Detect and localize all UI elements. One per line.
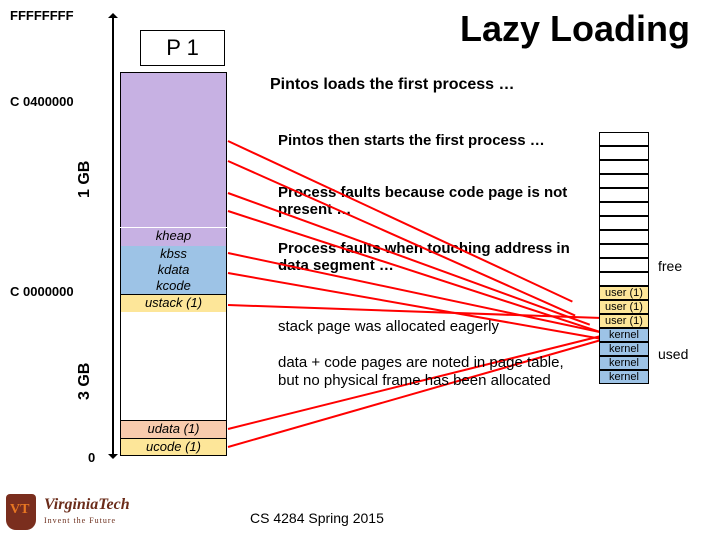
seg-ustack: ustack (1): [120, 294, 227, 312]
frame-user-2: user (1): [599, 314, 649, 328]
vt-shield-icon: [6, 494, 36, 530]
expl-1: Pintos then starts the first process …: [278, 132, 578, 149]
seg-udata: udata (1): [120, 420, 227, 438]
label-3gb: 3 GB: [76, 363, 94, 400]
frame-free-6: [599, 216, 649, 230]
addr-c0000000: C 0000000: [10, 284, 74, 299]
addr-ffffffff: FFFFFFFF: [10, 8, 74, 23]
frame-free-9: [599, 258, 649, 272]
frame-free-8: [599, 244, 649, 258]
label-1gb: 1 GB: [76, 161, 94, 198]
frame-user-0: user (1): [599, 286, 649, 300]
arrow-9: [228, 336, 613, 448]
logo-line1: VirginiaTech: [44, 496, 130, 513]
frame-free-3: [599, 174, 649, 188]
vt-logo: VirginiaTech Invent the Future: [6, 494, 166, 534]
frame-kernel-3: kernel: [599, 370, 649, 384]
seg-kcode: kcode: [120, 278, 227, 294]
frame-free-5: [599, 202, 649, 216]
label-free: free: [658, 258, 682, 274]
logo-tagline: Invent the Future: [44, 516, 116, 525]
addr-c0400000: C 0400000: [10, 94, 74, 109]
kernel-heap-region: [120, 72, 227, 227]
addr-zero: 0: [88, 450, 95, 465]
plain-1: stack page was allocated eagerly: [278, 318, 588, 336]
frame-kernel-0: kernel: [599, 328, 649, 342]
seg-kheap: kheap: [120, 228, 227, 246]
arrow-1: [228, 140, 573, 302]
frame-free-4: [599, 188, 649, 202]
frame-free-0: [599, 132, 649, 146]
frame-user-1: user (1): [599, 300, 649, 314]
frame-kernel-2: kernel: [599, 356, 649, 370]
seg-kbss: kbss: [120, 246, 227, 262]
frame-free-1: [599, 146, 649, 160]
seg-ucode: ucode (1): [120, 438, 227, 456]
frame-free-7: [599, 230, 649, 244]
frame-kernel-1: kernel: [599, 342, 649, 356]
user-gap: [120, 312, 227, 420]
footer-course: CS 4284 Spring 2015: [250, 510, 384, 526]
plain-2: data + code pages are noted in page tabl…: [278, 354, 588, 390]
label-used: used: [658, 346, 688, 362]
frame-free-10: [599, 272, 649, 286]
seg-kdata: kdata: [120, 262, 227, 278]
vaddr-axis: [112, 14, 114, 458]
process-column-header: P 1: [140, 30, 225, 66]
frame-free-2: [599, 160, 649, 174]
expl-3: Process faults when touching address in …: [278, 240, 578, 275]
slide-title: Lazy Loading: [460, 8, 690, 50]
subtitle: Pintos loads the first process …: [270, 76, 515, 94]
